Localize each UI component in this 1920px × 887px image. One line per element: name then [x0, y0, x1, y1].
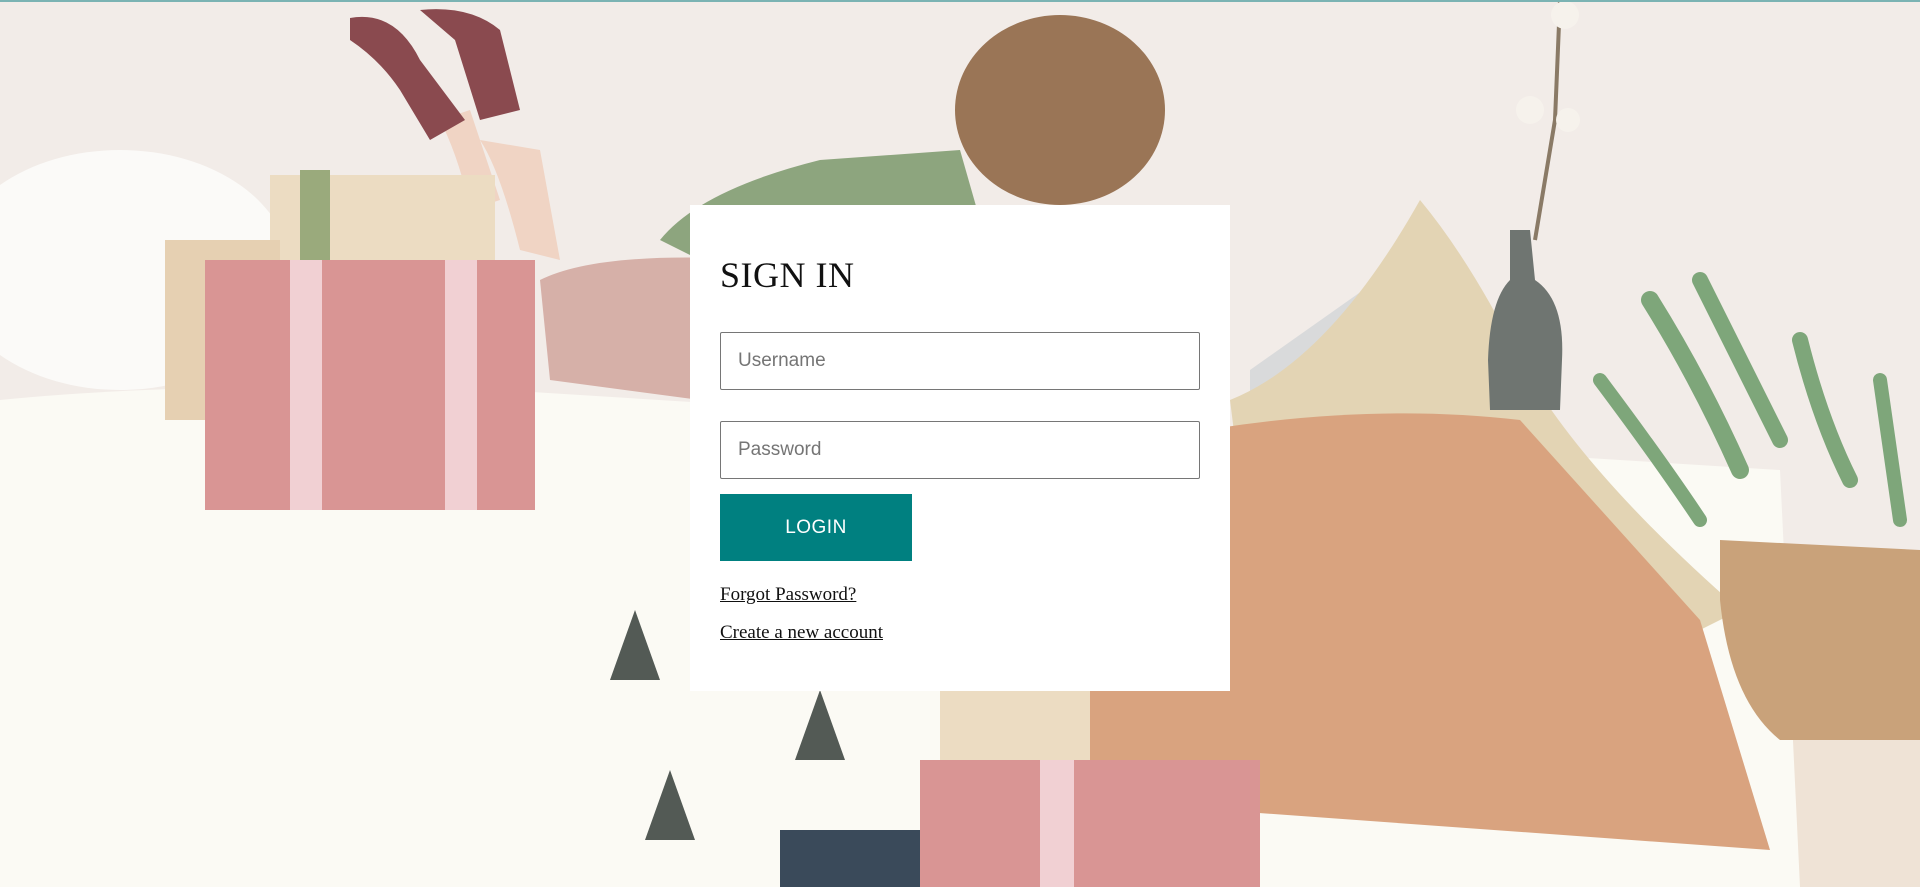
signin-title: SIGN IN	[720, 255, 855, 295]
create-account-link[interactable]: Create a new account	[720, 622, 883, 644]
forgot-password-link[interactable]: Forgot Password?	[720, 584, 856, 606]
username-input[interactable]	[720, 332, 1200, 390]
password-input[interactable]	[720, 421, 1200, 479]
login-button[interactable]: LOGIN	[720, 494, 912, 561]
signin-card: SIGN IN LOGIN Forgot Password? Create a …	[690, 205, 1230, 691]
top-accent-line	[0, 0, 1920, 2]
